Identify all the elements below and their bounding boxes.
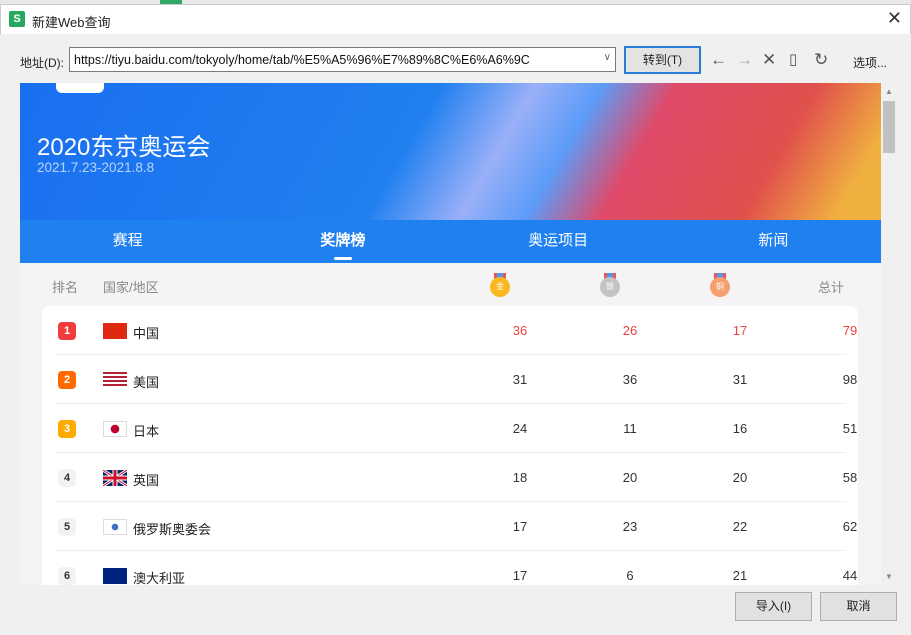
header-total: 总计 bbox=[818, 280, 845, 295]
bronze-count: 22 bbox=[732, 519, 748, 534]
app-icon: S bbox=[9, 11, 25, 27]
bronze-count: 20 bbox=[732, 470, 748, 485]
gold-count: 17 bbox=[512, 519, 528, 534]
country-name: 澳大利亚 bbox=[133, 571, 186, 585]
address-value: https://tiyu.baidu.com/tokyoly/home/tab/… bbox=[74, 53, 530, 67]
table-row[interactable]: 3 日本 24 11 16 51 bbox=[56, 404, 857, 453]
silver-medal-icon: 银 bbox=[600, 273, 620, 297]
go-button[interactable]: 转到(T) bbox=[624, 46, 701, 74]
country-name: 美国 bbox=[133, 375, 160, 390]
total-count: 79 bbox=[842, 323, 858, 338]
total-count: 58 bbox=[842, 470, 858, 485]
rank-badge: 2 bbox=[58, 371, 76, 389]
gold-count: 17 bbox=[512, 568, 528, 583]
flag-icon bbox=[103, 421, 127, 437]
silver-count: 26 bbox=[622, 323, 638, 338]
country-name: 英国 bbox=[133, 473, 160, 488]
address-input[interactable]: https://tiyu.baidu.com/tokyoly/home/tab/… bbox=[69, 47, 616, 72]
silver-count: 11 bbox=[623, 421, 637, 436]
rank-badge: 1 bbox=[58, 322, 76, 340]
logo bbox=[56, 83, 104, 93]
back-icon[interactable]: ← bbox=[710, 50, 727, 70]
close-icon[interactable]: ✕ bbox=[887, 8, 902, 29]
header-country: 国家/地区 bbox=[103, 280, 159, 295]
gold-medal-icon: 金 bbox=[490, 273, 510, 297]
bronze-count: 16 bbox=[732, 421, 748, 436]
rank-badge: 5 bbox=[58, 518, 76, 536]
options-button[interactable]: 选项... bbox=[853, 54, 887, 71]
silver-count: 20 bbox=[622, 470, 638, 485]
tab-bar: 赛程 奖牌榜 奥运项目 新闻 bbox=[20, 220, 881, 263]
save-page-icon[interactable]: ▯ bbox=[789, 50, 797, 68]
dialog-title: 新建Web查询 bbox=[32, 15, 111, 30]
cancel-button[interactable]: 取消 bbox=[820, 592, 897, 621]
forward-icon[interactable]: → bbox=[736, 50, 753, 70]
tab-events[interactable]: 奥运项目 bbox=[451, 220, 666, 263]
tab-news[interactable]: 新闻 bbox=[666, 220, 881, 263]
gold-count: 24 bbox=[512, 421, 528, 436]
gold-count: 31 bbox=[512, 372, 528, 387]
total-count: 44 bbox=[842, 568, 858, 583]
tab-schedule[interactable]: 赛程 bbox=[20, 220, 235, 263]
table-row[interactable]: 1 中国 36 26 17 79 bbox=[56, 306, 857, 355]
header-rank: 排名 bbox=[52, 280, 79, 295]
scroll-down-icon[interactable]: ▼ bbox=[885, 572, 893, 581]
tab-medals[interactable]: 奖牌榜 bbox=[235, 220, 450, 263]
bronze-medal-icon: 铜 bbox=[710, 273, 730, 297]
scroll-thumb[interactable] bbox=[883, 101, 895, 153]
total-count: 51 bbox=[842, 421, 858, 436]
flag-icon bbox=[103, 568, 127, 584]
total-count: 62 bbox=[842, 519, 858, 534]
stop-icon[interactable]: ✕ bbox=[762, 50, 776, 70]
medal-table: 1 中国 36 26 17 79 2 美国 31 36 31 98 3 日本 24 11 16 51 4 英国 18 20… bbox=[42, 306, 858, 585]
flag-icon bbox=[103, 519, 127, 535]
bronze-count: 31 bbox=[732, 372, 748, 387]
flag-icon bbox=[103, 372, 127, 388]
table-row[interactable]: 6 澳大利亚 17 6 21 44 bbox=[56, 551, 857, 585]
rank-badge: 3 bbox=[58, 420, 76, 438]
gold-count: 36 bbox=[512, 323, 528, 338]
table-row[interactable]: 4 英国 18 20 20 58 bbox=[56, 453, 857, 502]
country-name: 日本 bbox=[133, 424, 160, 439]
dialog-titlebar: S 新建Web查询 ✕ bbox=[0, 4, 911, 34]
vertical-scrollbar[interactable]: ▲ ▼ bbox=[881, 83, 897, 585]
total-count: 98 bbox=[842, 372, 858, 387]
silver-count: 36 bbox=[622, 372, 638, 387]
bronze-count: 17 bbox=[732, 323, 748, 338]
banner: 2020东京奥运会 2021.7.23-2021.8.8 bbox=[20, 83, 881, 220]
banner-dates: 2021.7.23-2021.8.8 bbox=[37, 160, 155, 175]
web-view: 2020东京奥运会 2021.7.23-2021.8.8 赛程 奖牌榜 奥运项目… bbox=[20, 83, 881, 585]
banner-title: 2020东京奥运会 bbox=[37, 134, 211, 161]
country-name: 中国 bbox=[133, 326, 160, 341]
scroll-up-icon[interactable]: ▲ bbox=[885, 87, 893, 96]
gold-count: 18 bbox=[512, 470, 528, 485]
flag-icon bbox=[102, 468, 128, 488]
table-row[interactable]: 2 美国 31 36 31 98 bbox=[56, 355, 857, 404]
import-button[interactable]: 导入(I) bbox=[735, 592, 812, 621]
address-label: 地址(D): bbox=[20, 56, 64, 70]
flag-icon bbox=[103, 323, 127, 339]
silver-count: 23 bbox=[622, 519, 638, 534]
silver-count: 6 bbox=[626, 568, 634, 583]
bronze-count: 21 bbox=[732, 568, 748, 583]
table-row[interactable]: 5 俄罗斯奥委会 17 23 22 62 bbox=[56, 502, 857, 551]
rank-badge: 6 bbox=[58, 567, 76, 585]
country-name: 俄罗斯奥委会 bbox=[133, 522, 212, 537]
chevron-down-icon[interactable]: ∨ bbox=[604, 52, 611, 63]
rank-badge: 4 bbox=[58, 469, 76, 487]
table-header: 排名 国家/地区 金 银 铜 总计 bbox=[20, 263, 881, 306]
refresh-icon[interactable]: ↻ bbox=[814, 50, 828, 70]
